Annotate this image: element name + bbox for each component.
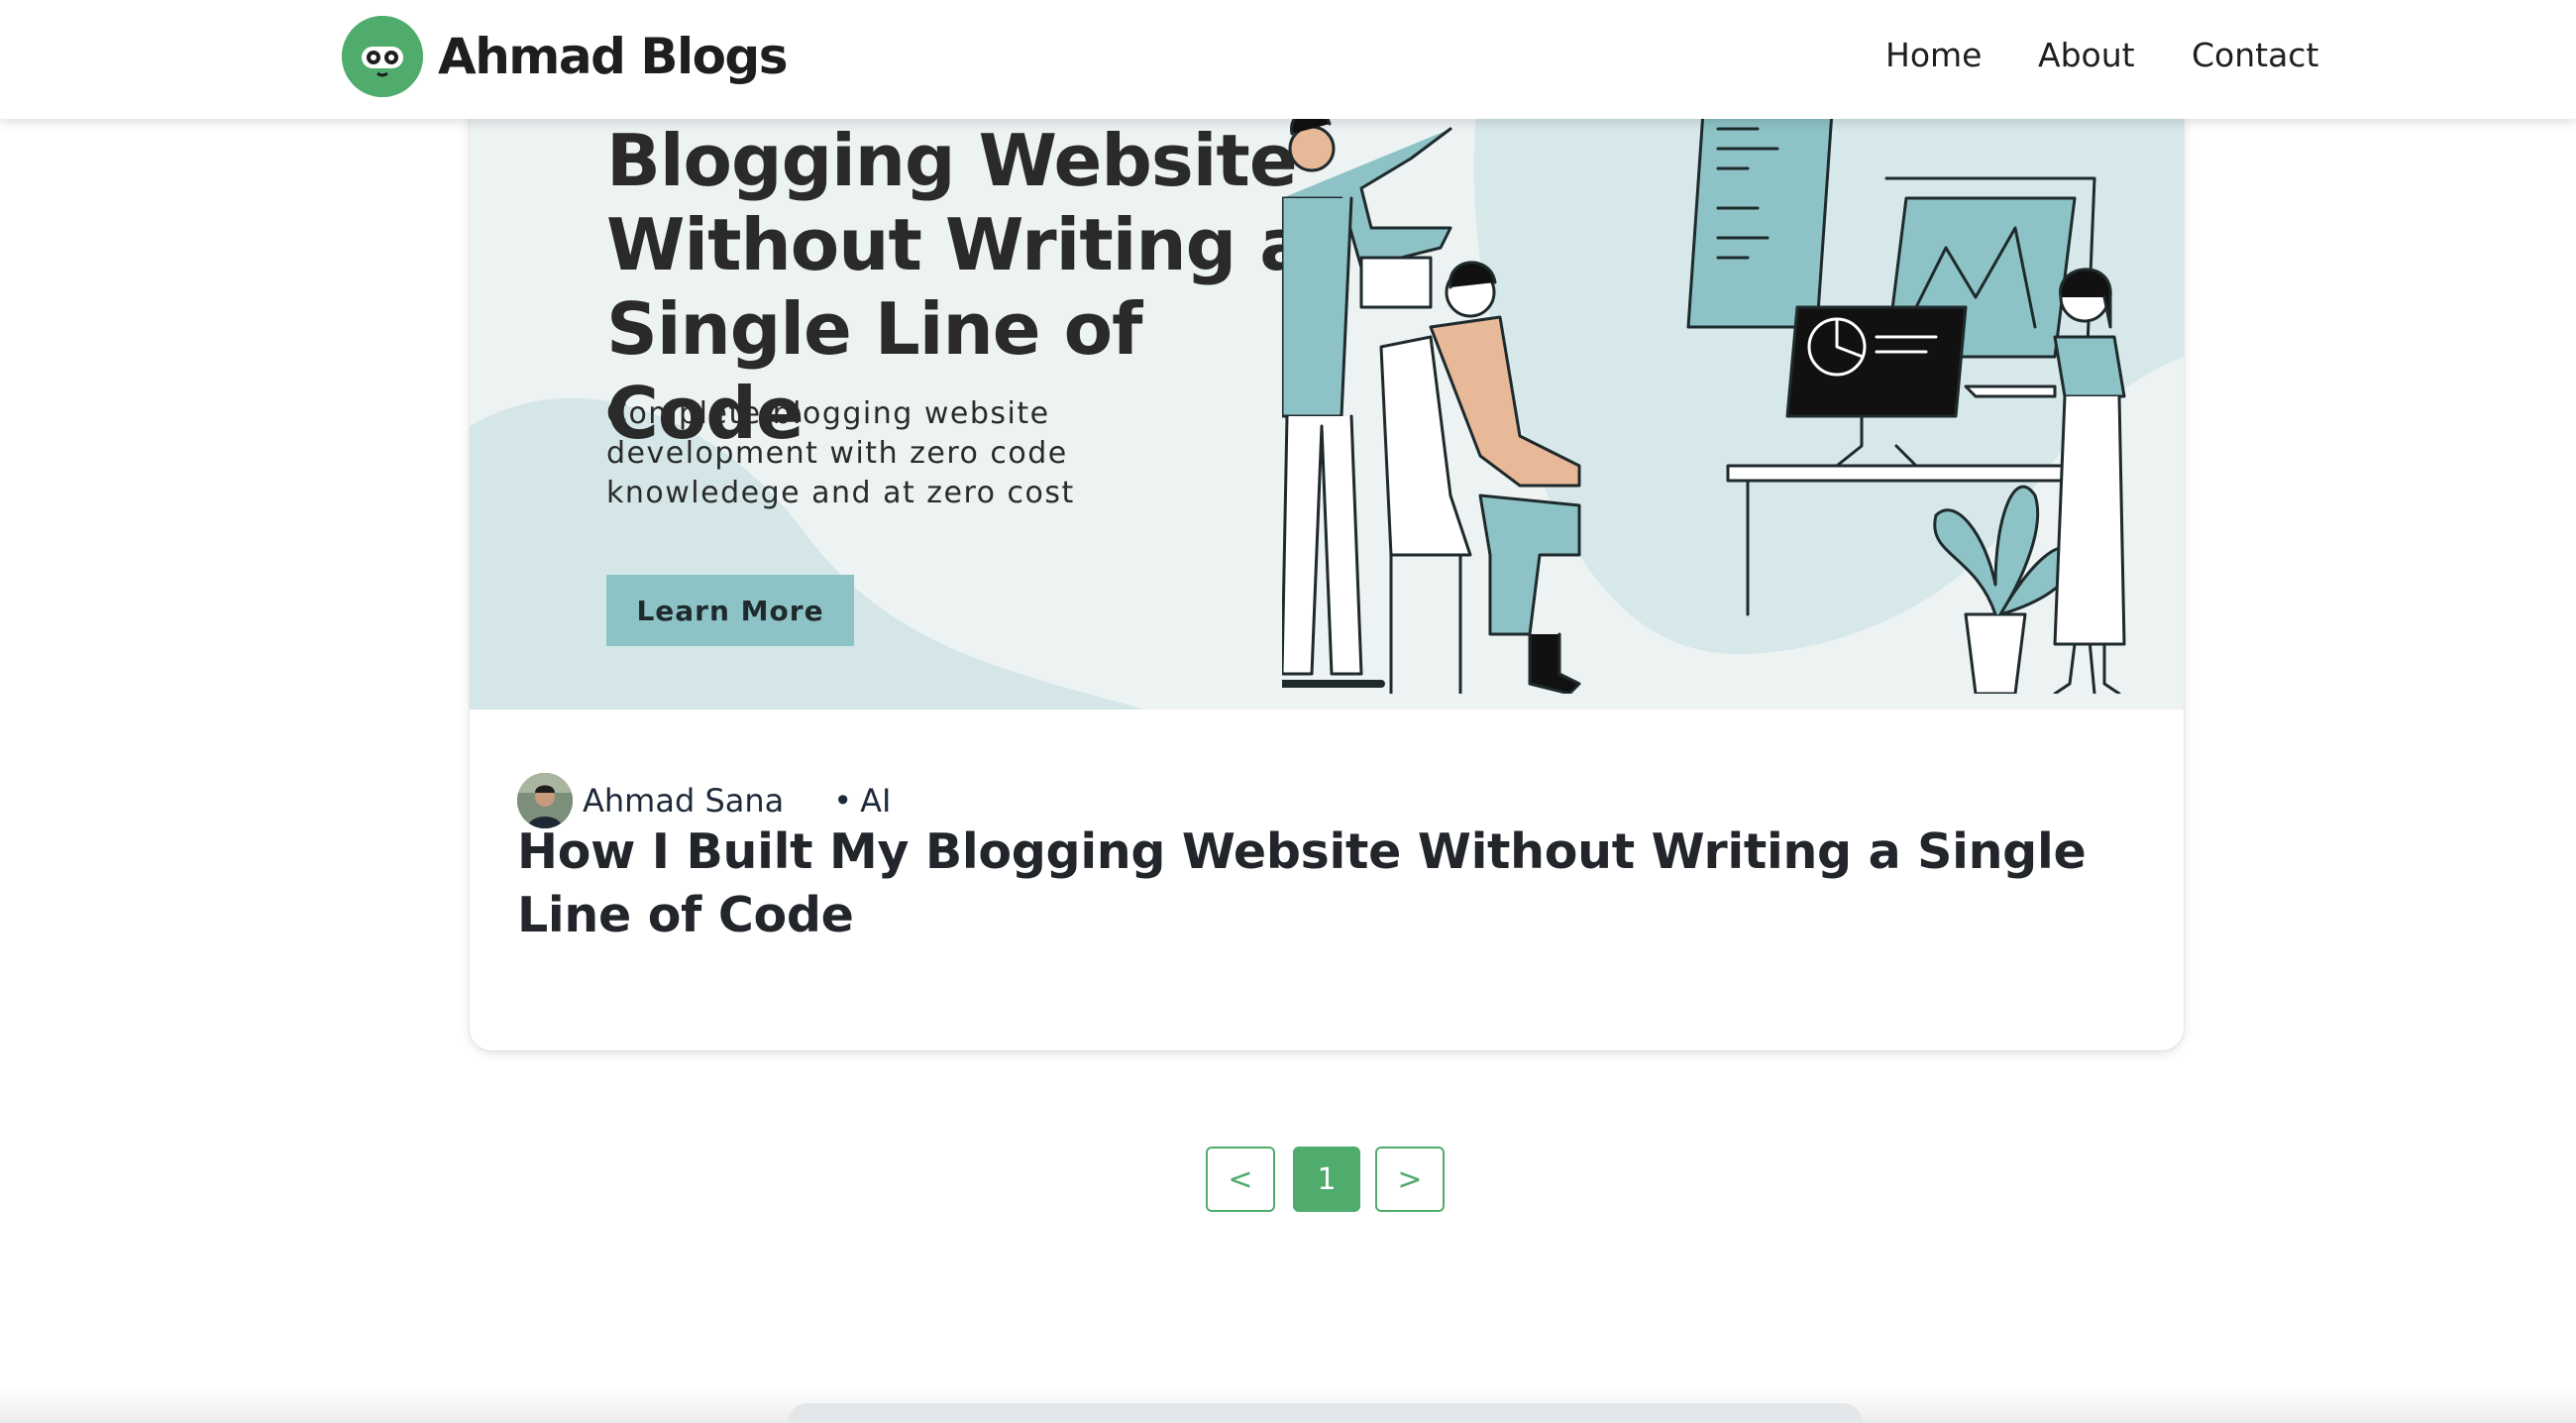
post-category[interactable]: AI [860, 782, 891, 820]
learn-more-button[interactable]: Learn More [606, 575, 854, 646]
pagination-prev-button[interactable]: < [1206, 1147, 1275, 1212]
nav-link-about[interactable]: About [2038, 30, 2135, 81]
pagination-page-1-button[interactable]: 1 [1293, 1147, 1360, 1212]
author-name[interactable]: Ahmad Sana [583, 782, 784, 820]
post-title[interactable]: How I Built My Blogging Website Without … [517, 821, 2122, 947]
blog-post-card[interactable]: Blogging Website Without Writing a Singl… [470, 0, 2184, 1050]
banner-headline-line: Blogging Website [606, 119, 1298, 202]
nav-link-contact[interactable]: Contact [2192, 30, 2318, 81]
site-header: Ahmad Blogs Home About Contact [0, 0, 2576, 119]
banner-subtitle-line: development with zero code [606, 436, 1068, 471]
pagination-next-button[interactable]: > [1375, 1147, 1445, 1212]
banner-subtitle-line: knowledege and at zero cost [606, 476, 1075, 510]
banner-subtitle: Complete blogging website development wi… [606, 394, 1161, 513]
banner-headline-line: Without Writing a [606, 203, 1308, 286]
banner-subtitle-line: Complete blogging website [606, 396, 1050, 431]
nav-link-home[interactable]: Home [1885, 30, 1982, 81]
owl-logo-icon[interactable] [342, 16, 423, 97]
meta-separator-bullet: • [833, 782, 853, 820]
brand-name[interactable]: Ahmad Blogs [438, 24, 788, 89]
footer-bar [788, 1403, 1863, 1423]
